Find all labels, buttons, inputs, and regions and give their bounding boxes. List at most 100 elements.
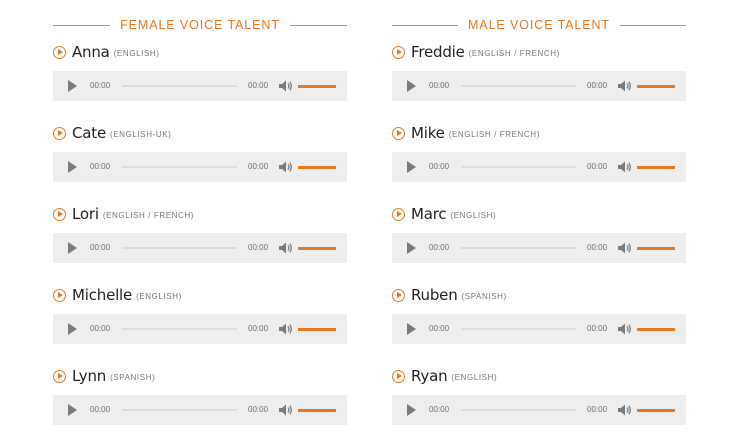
volume-slider[interactable] <box>637 247 675 250</box>
voice-language: (ENGLISH) <box>451 373 498 382</box>
current-time: 00:00 <box>90 81 111 90</box>
duration: 00:00 <box>248 405 269 414</box>
volume-icon[interactable] <box>278 241 293 255</box>
audio-player: 00:00 00:00 <box>392 233 686 263</box>
voice-entry-ruben: Ruben (SPANISH) 00:00 00:00 <box>392 286 686 344</box>
play-button[interactable] <box>68 161 77 173</box>
current-time: 00:00 <box>429 162 450 171</box>
duration: 00:00 <box>248 324 269 333</box>
volume-icon[interactable] <box>617 403 632 417</box>
audio-player: 00:00 00:00 <box>53 152 347 182</box>
volume-icon[interactable] <box>278 403 293 417</box>
play-button[interactable] <box>68 80 77 92</box>
play-circle-icon[interactable] <box>53 126 66 140</box>
voice-entry-michelle: Michelle (ENGLISH) 00:00 00:00 <box>53 286 347 344</box>
voice-language: (ENGLISH) <box>450 211 497 220</box>
volume-slider[interactable] <box>298 85 336 88</box>
play-circle-icon[interactable] <box>392 45 405 59</box>
voice-entry-cate: Cate (ENGLISH-UK) 00:00 00:00 <box>53 124 347 182</box>
play-circle-icon[interactable] <box>392 126 405 140</box>
progress-track[interactable] <box>461 247 576 249</box>
duration: 00:00 <box>248 243 269 252</box>
male-voice-column: MALE VOICE TALENT Freddie (ENGLISH / FRE… <box>392 0 686 425</box>
current-time: 00:00 <box>90 405 111 414</box>
voice-language: (ENGLISH / FRENCH) <box>448 130 540 139</box>
audio-player: 00:00 00:00 <box>53 233 347 263</box>
duration: 00:00 <box>587 324 608 333</box>
play-circle-icon[interactable] <box>392 288 405 302</box>
voice-entry-anna: Anna (ENGLISH) 00:00 00:00 <box>53 43 347 101</box>
voice-entry-ryan: Ryan (ENGLISH) 00:00 00:00 <box>392 367 686 425</box>
progress-track[interactable] <box>461 166 576 168</box>
volume-icon[interactable] <box>278 160 293 174</box>
audio-player: 00:00 00:00 <box>53 395 347 425</box>
progress-track[interactable] <box>122 247 237 249</box>
voice-name: Ryan <box>411 367 448 385</box>
play-button[interactable] <box>407 242 416 254</box>
audio-player: 00:00 00:00 <box>53 314 347 344</box>
current-time: 00:00 <box>90 324 111 333</box>
volume-slider[interactable] <box>298 409 336 412</box>
play-circle-icon[interactable] <box>392 369 405 383</box>
divider <box>53 25 116 26</box>
volume-slider[interactable] <box>637 166 675 169</box>
female-voice-column: FEMALE VOICE TALENT Anna (ENGLISH) 00:00… <box>53 0 347 425</box>
play-button[interactable] <box>68 323 77 335</box>
section-title: FEMALE VOICE TALENT <box>110 18 290 32</box>
voice-entry-freddie: Freddie (ENGLISH / FRENCH) 00:00 00:00 <box>392 43 686 101</box>
voice-language: (ENGLISH / FRENCH) <box>102 211 195 220</box>
volume-icon[interactable] <box>617 241 632 255</box>
volume-slider[interactable] <box>298 166 336 169</box>
audio-player: 00:00 00:00 <box>392 71 686 101</box>
voice-name: Mike <box>411 124 445 142</box>
divider <box>392 25 464 26</box>
volume-icon[interactable] <box>278 322 293 336</box>
section-title: MALE VOICE TALENT <box>458 18 620 32</box>
progress-track[interactable] <box>461 328 576 330</box>
volume-icon[interactable] <box>617 79 632 93</box>
play-circle-icon[interactable] <box>53 45 66 59</box>
progress-track[interactable] <box>122 85 237 87</box>
play-button[interactable] <box>407 404 416 416</box>
voice-name: Michelle <box>72 286 133 304</box>
divider <box>614 25 686 26</box>
voice-language: (ENGLISH / FRENCH) <box>468 49 560 58</box>
voice-entry-marc: Marc (ENGLISH) 00:00 00:00 <box>392 205 686 263</box>
play-button[interactable] <box>68 404 77 416</box>
play-button[interactable] <box>407 323 416 335</box>
volume-slider[interactable] <box>637 328 675 331</box>
volume-icon[interactable] <box>278 79 293 93</box>
play-circle-icon[interactable] <box>53 207 66 221</box>
voice-name: Marc <box>411 205 447 223</box>
voice-language: (ENGLISH) <box>113 49 160 58</box>
progress-track[interactable] <box>461 85 576 87</box>
current-time: 00:00 <box>429 324 450 333</box>
current-time: 00:00 <box>429 81 450 90</box>
volume-slider[interactable] <box>637 409 675 412</box>
play-circle-icon[interactable] <box>392 207 405 221</box>
duration: 00:00 <box>587 162 608 171</box>
volume-slider[interactable] <box>298 328 336 331</box>
voice-language: (ENGLISH) <box>136 292 182 301</box>
divider <box>284 25 347 26</box>
volume-slider[interactable] <box>637 85 675 88</box>
voice-name: Lori <box>72 205 99 223</box>
current-time: 00:00 <box>429 405 450 414</box>
play-button[interactable] <box>68 242 77 254</box>
play-button[interactable] <box>407 80 416 92</box>
volume-icon[interactable] <box>617 322 632 336</box>
progress-track[interactable] <box>122 409 237 411</box>
voice-name: Ruben <box>411 286 458 304</box>
play-circle-icon[interactable] <box>53 288 66 302</box>
progress-track[interactable] <box>122 328 237 330</box>
current-time: 00:00 <box>429 243 450 252</box>
progress-track[interactable] <box>461 409 576 411</box>
play-button[interactable] <box>407 161 416 173</box>
volume-slider[interactable] <box>298 247 336 250</box>
audio-player: 00:00 00:00 <box>392 314 686 344</box>
play-circle-icon[interactable] <box>53 369 66 383</box>
current-time: 00:00 <box>90 162 111 171</box>
progress-track[interactable] <box>122 166 237 168</box>
volume-icon[interactable] <box>617 160 632 174</box>
voice-name: Cate <box>72 124 106 142</box>
